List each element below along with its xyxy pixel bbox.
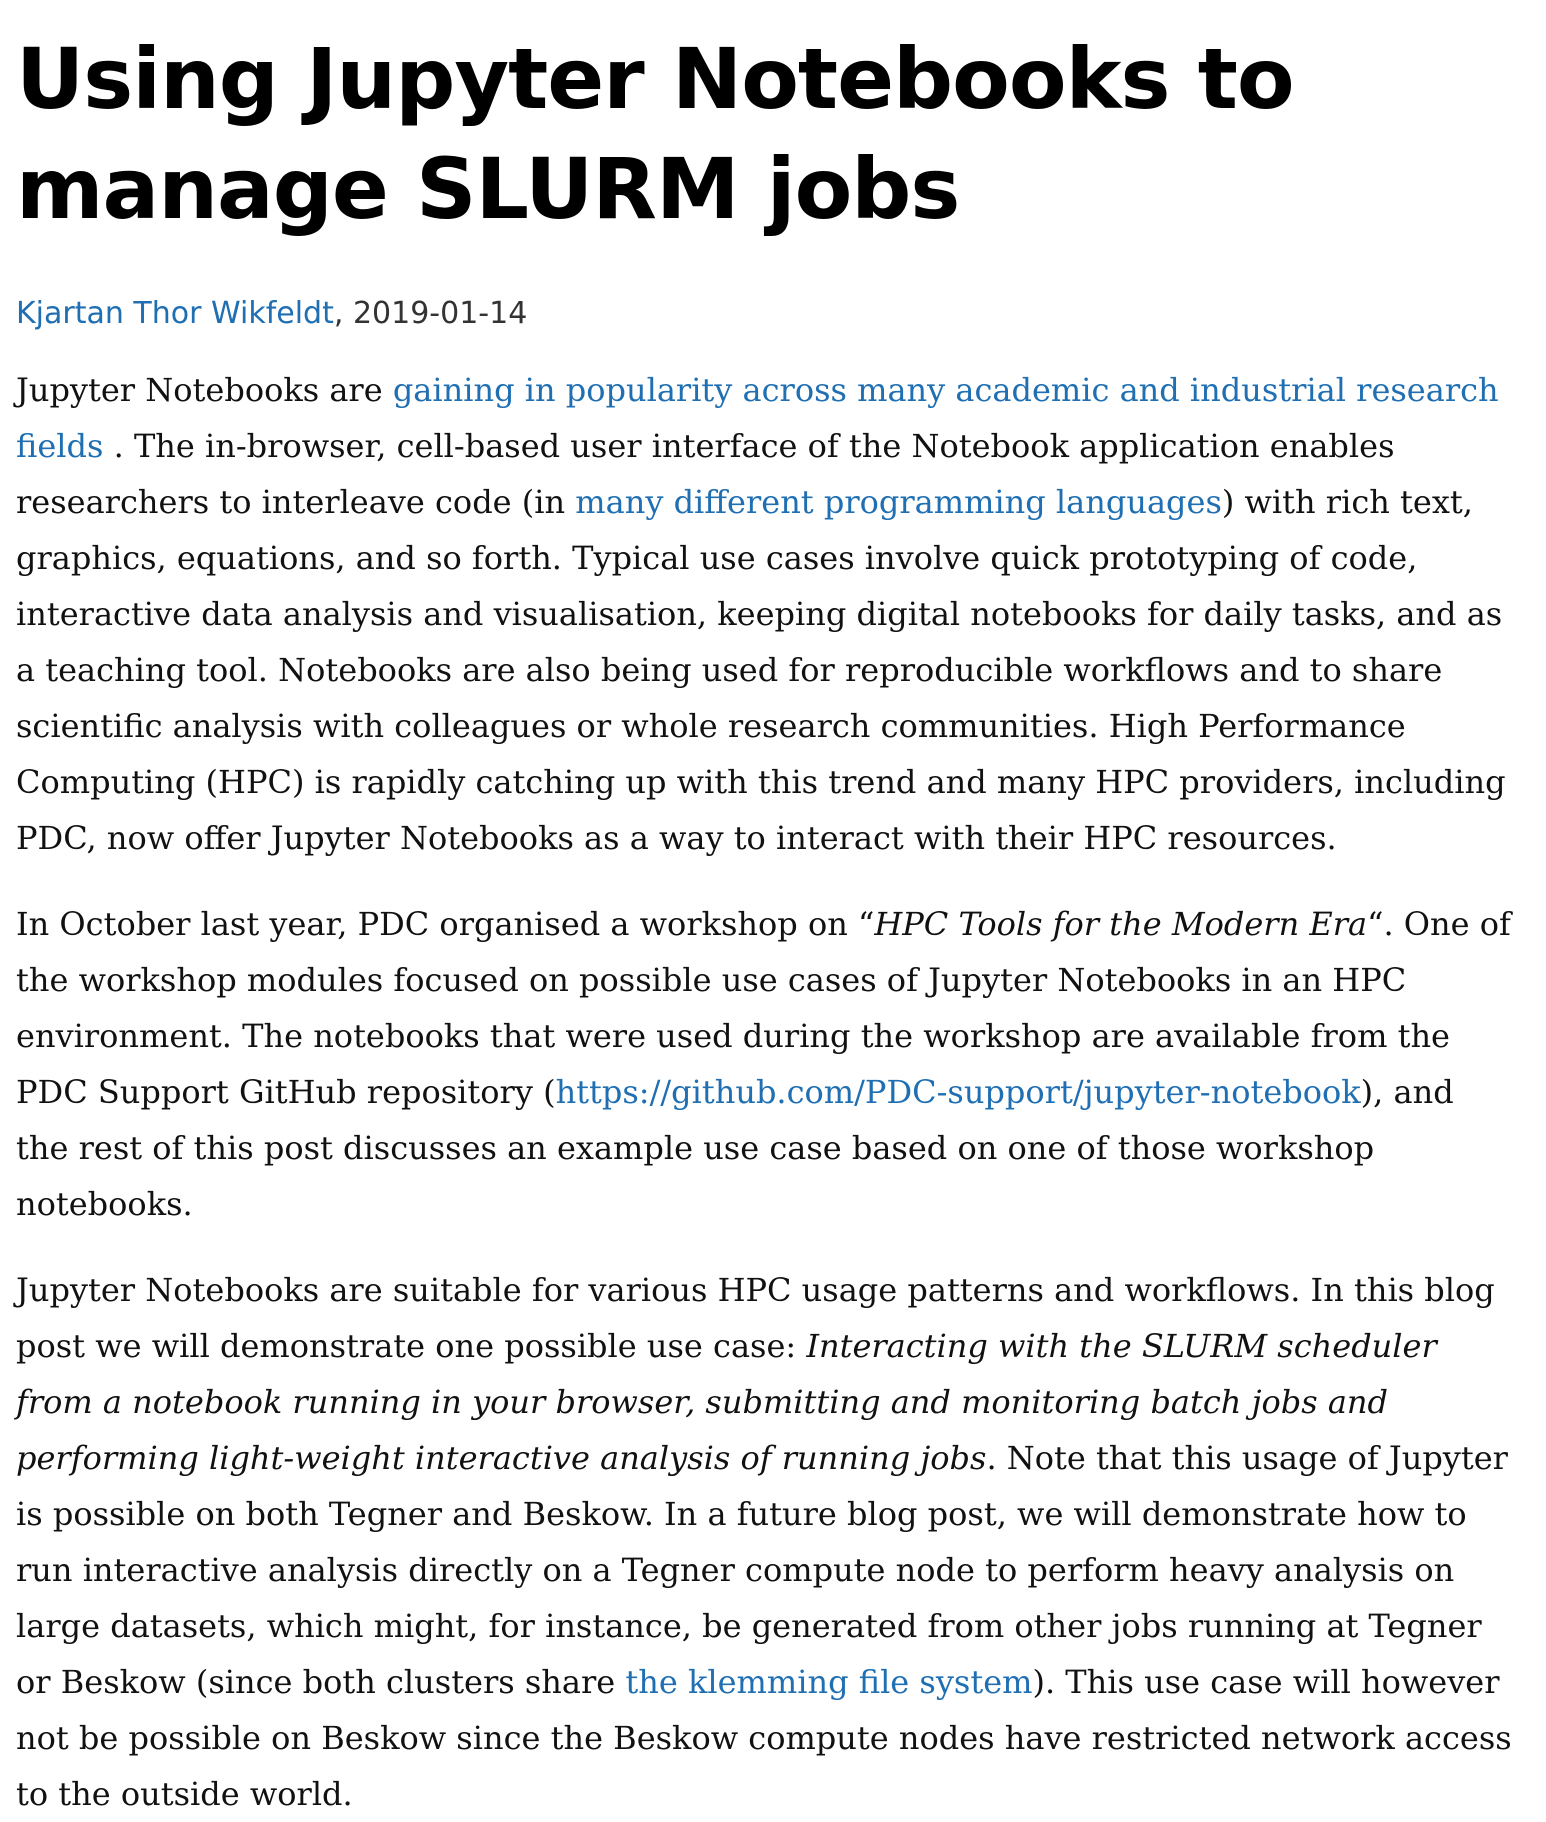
klemming-file-system-link[interactable]: the klemming file system [625, 1663, 1032, 1701]
page-title: Using Jupyter Notebooks to manage SLURM … [16, 30, 1295, 238]
paragraph-1: Jupyter Notebooks are gaining in popular… [16, 362, 1516, 866]
article: Using Jupyter Notebooks to manage SLURM … [16, 24, 1516, 1822]
publish-date: 2019-01-14 [352, 296, 528, 331]
article-body: Jupyter Notebooks are gaining in popular… [16, 362, 1516, 1822]
workshop-title: HPC Tools for the Modern Era [874, 905, 1368, 943]
author-link[interactable]: Kjartan Thor Wikfeldt [16, 296, 334, 331]
paragraph-text: . Note that this usage of Jupyter is pos… [16, 1439, 1508, 1701]
github-repo-link[interactable]: https://github.com/PDC-support/jupyter-n… [556, 1073, 1361, 1111]
paragraph-text: ) with rich text, graphics, equations, a… [16, 483, 1506, 857]
paragraph-2: In October last year, PDC organised a wo… [16, 896, 1516, 1232]
paragraph-text: Jupyter Notebooks are [16, 371, 393, 409]
article-meta: Kjartan Thor Wikfeldt, 2019-01-14 [16, 294, 1516, 334]
paragraph-text: In October last year, PDC organised a wo… [16, 905, 875, 943]
meta-separator: , [333, 296, 353, 331]
programming-languages-link[interactable]: many different programming languages [575, 483, 1222, 521]
paragraph-3: Jupyter Notebooks are suitable for vario… [16, 1262, 1516, 1822]
